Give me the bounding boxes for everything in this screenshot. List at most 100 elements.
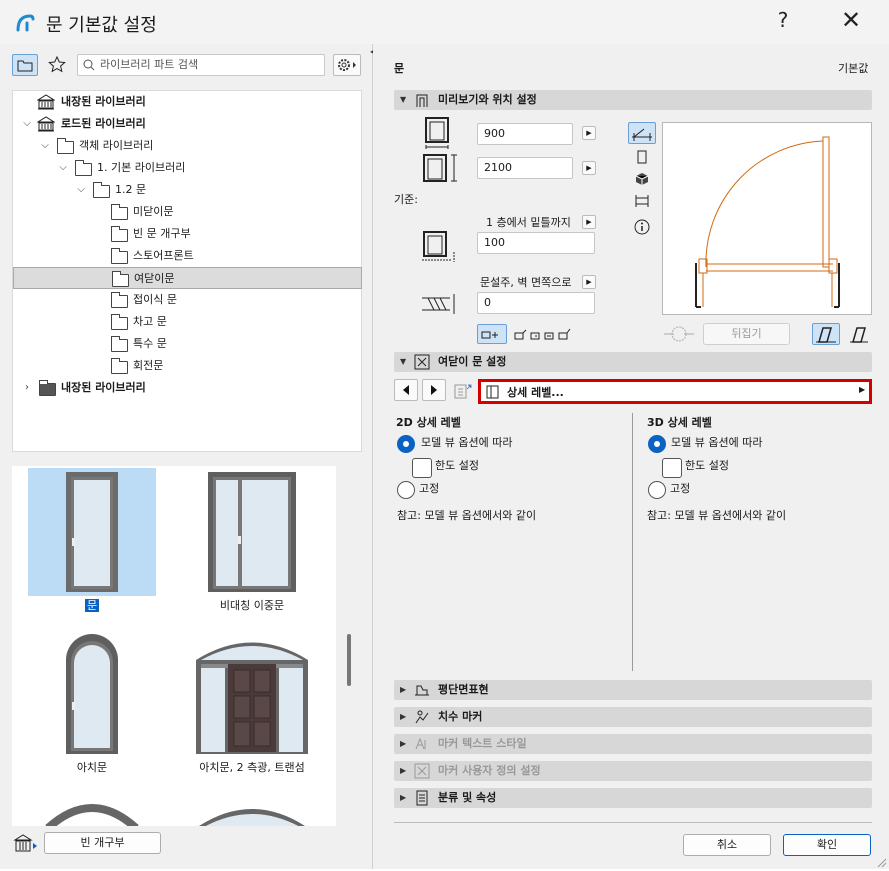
- cancel-button[interactable]: 취소: [683, 834, 771, 856]
- door-preview-canvas: [662, 122, 872, 315]
- search-placeholder: 라이브러리 파트 검색: [100, 58, 199, 71]
- mirror-icon[interactable]: [660, 323, 698, 345]
- width-field[interactable]: 900: [477, 123, 573, 145]
- thumbnail-scrollbar[interactable]: [347, 634, 351, 686]
- plan-view-icon[interactable]: [628, 122, 656, 144]
- thumbnail-asymmetric-double-door[interactable]: [188, 468, 316, 596]
- close-button[interactable]: ✕: [836, 6, 866, 34]
- dropdown-arrow-icon: ▶: [859, 385, 866, 394]
- page-export-icon[interactable]: [453, 381, 475, 401]
- thumbnail-door[interactable]: [28, 468, 156, 596]
- tree-item[interactable]: 미닫이문: [13, 201, 362, 223]
- tree-item[interactable]: ⌵ 객체 라이브러리: [13, 135, 362, 157]
- chevron-down-icon[interactable]: ⌵: [57, 157, 69, 179]
- height-icon: [423, 154, 457, 182]
- next-page-button[interactable]: [422, 379, 446, 401]
- folder-icon: [93, 182, 110, 198]
- tree-item-label: 빈 문 개구부: [133, 227, 191, 240]
- search-input[interactable]: 라이브러리 파트 검색: [77, 54, 325, 76]
- section-marker-text-style[interactable]: ▶ 마커 텍스트 스타일: [394, 734, 872, 754]
- section-dimension-marker[interactable]: ▶ 치수 마커: [394, 707, 872, 727]
- tree-item[interactable]: 여닫이문: [13, 267, 362, 289]
- 2d-model-view-radio[interactable]: [397, 435, 415, 453]
- page-selector-dropdown[interactable]: 상세 레벨... ▶: [478, 379, 872, 404]
- thumbnail-caption: 아치문, 2 측광, 트랜섬: [199, 761, 305, 774]
- reveal-field[interactable]: 0: [477, 292, 595, 314]
- 3d-fixed-radio[interactable]: [648, 481, 666, 499]
- height-arrow-button[interactable]: ▶: [582, 161, 596, 175]
- resize-grip-icon[interactable]: [875, 856, 887, 868]
- tree-item[interactable]: 내장된 라이브러리: [13, 91, 362, 113]
- info-icon[interactable]: [630, 217, 654, 237]
- folder-icon: [57, 138, 74, 154]
- elevation-mode-arrow[interactable]: ▶: [582, 215, 596, 229]
- tree-item-label: 회전문: [133, 359, 164, 372]
- tree-item-label: 1. 기본 라이브러리: [97, 161, 186, 174]
- flip-button[interactable]: 뒤집기: [703, 323, 790, 345]
- tree-item[interactable]: 회전문: [13, 355, 362, 377]
- height-field[interactable]: 2100: [477, 157, 573, 179]
- section-preview-position[interactable]: ▼ 미리보기와 위치 설정: [394, 90, 872, 110]
- chevron-down-icon[interactable]: ⌵: [39, 135, 51, 157]
- folder-icon: [111, 248, 128, 264]
- tree-item[interactable]: ⌵ 1.2 문: [13, 179, 362, 201]
- thumbnail-arched-door-sidelights[interactable]: [188, 630, 316, 758]
- element-type-title: 문: [394, 62, 405, 75]
- chevron-down-icon[interactable]: ⌵: [75, 179, 87, 201]
- empty-opening-button[interactable]: 빈 개구부: [44, 832, 161, 854]
- tree-item[interactable]: › 내장된 라이브러리: [13, 377, 362, 399]
- tree-item-label: 로드된 라이브러리: [61, 117, 146, 130]
- folder-icon: [111, 358, 128, 374]
- library-manager-icon[interactable]: [12, 832, 40, 856]
- tree-item[interactable]: 차고 문: [13, 311, 362, 333]
- tree-item[interactable]: ⌵ 1. 기본 라이브러리: [13, 157, 362, 179]
- 3d-limit-checkbox[interactable]: [662, 458, 682, 478]
- tree-item[interactable]: 빈 문 개구부: [13, 223, 362, 245]
- 3d-fixed-label: 고정: [670, 482, 691, 495]
- thumbnail-caption: 아치문: [76, 761, 108, 774]
- section-marker-custom-settings[interactable]: ▶ 마커 사용자 정의 설정: [394, 761, 872, 781]
- chevron-right-icon[interactable]: ›: [21, 377, 33, 399]
- tree-item[interactable]: 접이식 문: [13, 289, 362, 311]
- 2d-note: 참고: 모델 뷰 옵션에서와 같이: [397, 509, 537, 522]
- tree-item-label: 특수 문: [133, 337, 167, 350]
- 3d-limit-label: 한도 설정: [685, 459, 729, 472]
- 3d-view-icon[interactable]: [630, 169, 654, 189]
- section-title: 평단면표현: [438, 683, 489, 696]
- section-view-icon[interactable]: [630, 191, 654, 211]
- section-title: 미리보기와 위치 설정: [438, 93, 537, 106]
- elevation-mode-label[interactable]: 1 층에서 밑틀까지: [486, 214, 571, 230]
- 2d-limit-checkbox[interactable]: [412, 458, 432, 478]
- tree-item[interactable]: 스토어프론트: [13, 245, 362, 267]
- folder-view-icon[interactable]: [12, 54, 38, 76]
- reveal-mode-label[interactable]: 문설주, 벽 면쪽으로: [480, 274, 571, 290]
- reveal-mode-arrow[interactable]: ▶: [582, 275, 596, 289]
- prev-page-button[interactable]: [394, 379, 418, 401]
- 2d-fixed-radio[interactable]: [397, 481, 415, 499]
- library-tree: 내장된 라이브러리 ⌵ 로드된 라이브러리 ⌵ 객체 라이브러리 ⌵ 1. 기본 라이브러리…: [12, 90, 362, 452]
- collapse-triangle-icon: ▶: [400, 685, 407, 694]
- favorites-star-icon[interactable]: [44, 54, 70, 76]
- anchor-bottom-icon[interactable]: [552, 324, 576, 344]
- section-swing-door-settings[interactable]: ▼ 여닫이 문 설정: [394, 352, 872, 372]
- opening-side-right-icon[interactable]: [846, 324, 870, 344]
- section-classification-properties[interactable]: ▶ 분류 및 속성: [394, 788, 872, 808]
- collapse-triangle-icon: ▶: [400, 766, 407, 775]
- anchor-left-button[interactable]: [477, 324, 507, 344]
- reveal-icon: [422, 294, 455, 314]
- tree-item[interactable]: ⌵ 로드된 라이브러리: [13, 113, 362, 135]
- tree-item-label: 차고 문: [133, 315, 167, 328]
- folder-icon: [111, 336, 128, 352]
- width-arrow-button[interactable]: ▶: [582, 126, 596, 140]
- elevation-field[interactable]: 100: [477, 232, 595, 254]
- elevation-view-icon[interactable]: [630, 147, 654, 167]
- help-button[interactable]: ?: [770, 8, 796, 32]
- 3d-model-view-radio[interactable]: [648, 435, 666, 453]
- section-floor-plan-section[interactable]: ▶ 평단면표현: [394, 680, 872, 700]
- ok-button[interactable]: 확인: [783, 834, 871, 856]
- tree-item[interactable]: 특수 문: [13, 333, 362, 355]
- settings-gear-icon[interactable]: [333, 54, 361, 76]
- thumbnail-arched-door[interactable]: [28, 630, 156, 758]
- opening-side-left-icon[interactable]: [812, 323, 840, 345]
- chevron-down-icon[interactable]: ⌵: [21, 113, 33, 135]
